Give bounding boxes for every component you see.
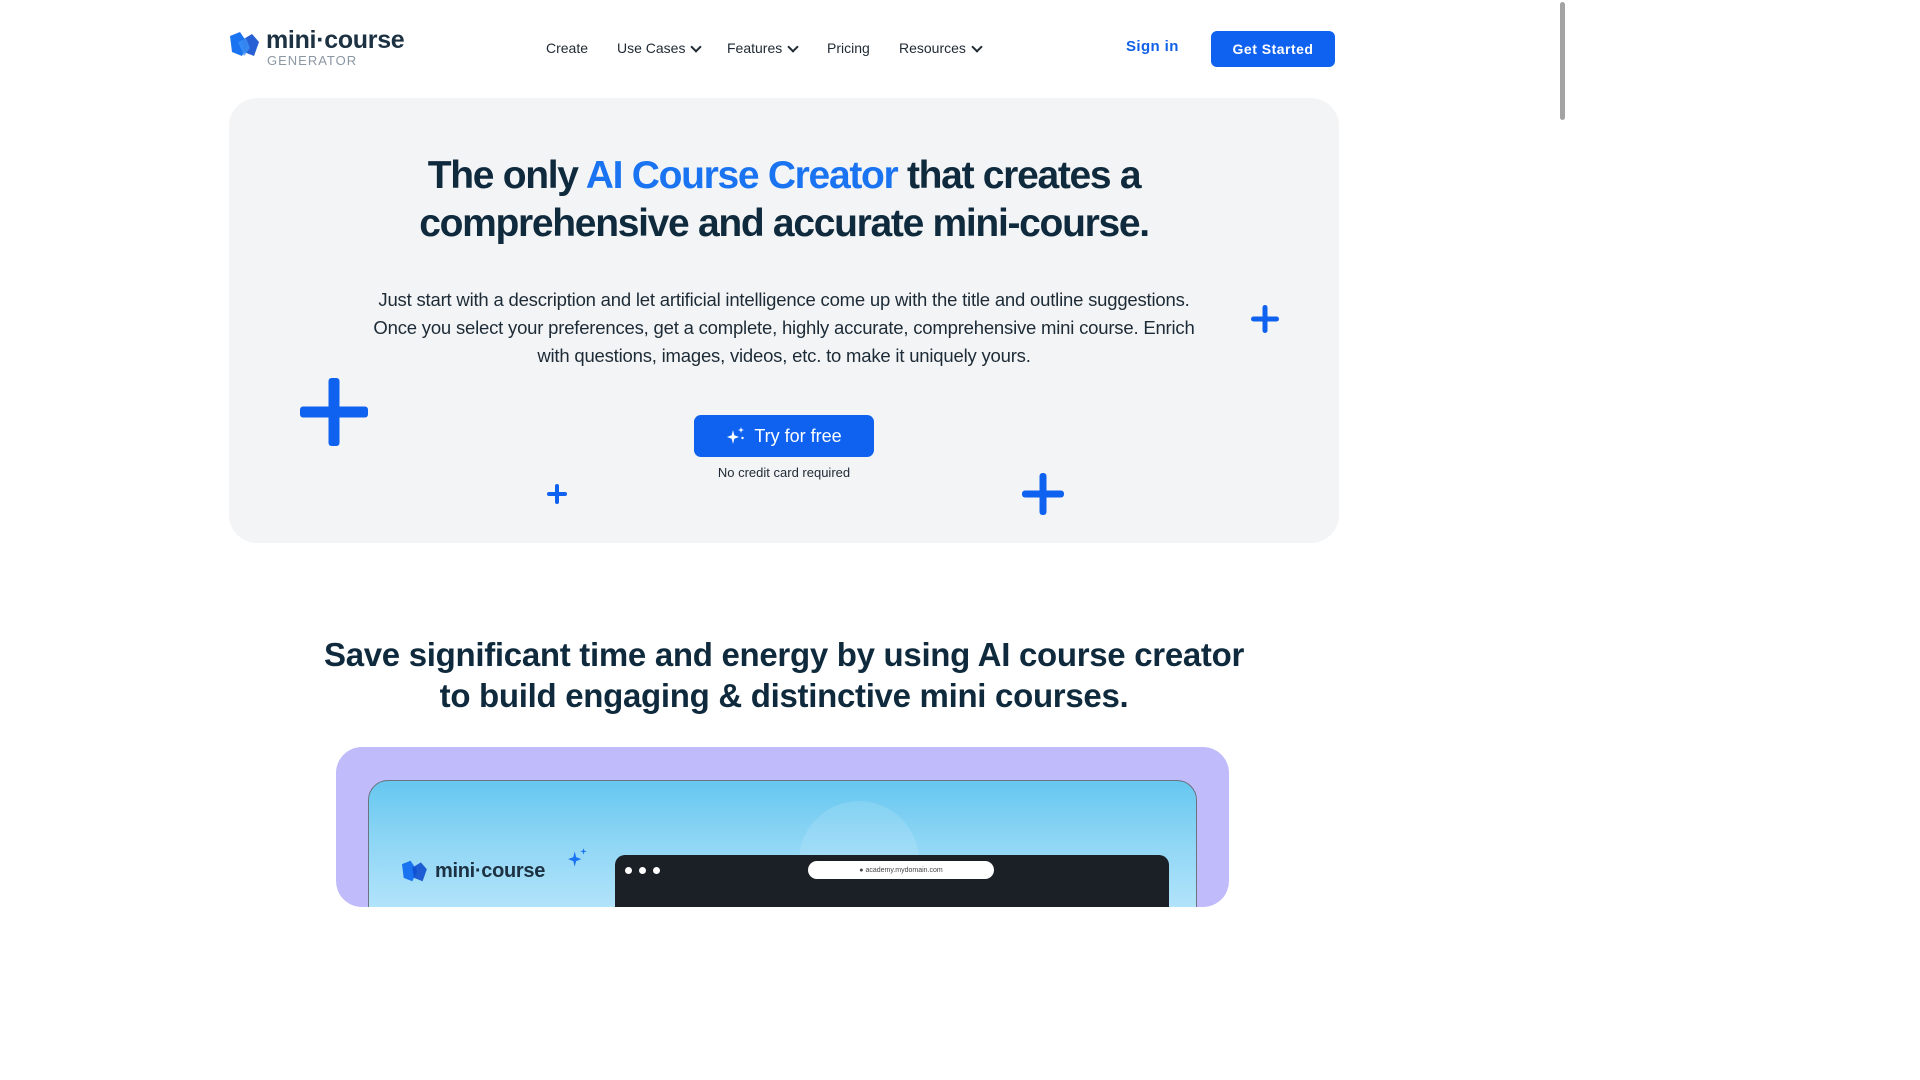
sparkle-icon — [727, 427, 745, 444]
sparkle-icon — [568, 848, 587, 867]
logo-subtitle: GENERATOR — [267, 53, 358, 68]
demo-logo: mini·course — [399, 848, 587, 883]
demo-logo-name: mini·course — [435, 859, 546, 882]
hero-title-part1: The only — [427, 154, 586, 197]
try-for-free-button[interactable]: Try for free — [694, 415, 874, 457]
logo-mark-icon — [402, 860, 427, 882]
hero-title-accent: AI Course Creator — [585, 154, 899, 197]
features-title-line1: Save significant time and energy by usin… — [323, 636, 1245, 673]
nav-item-label: Features — [727, 40, 783, 56]
chevron-down-icon — [971, 40, 983, 53]
page-scrollbar[interactable] — [1556, 0, 1568, 882]
plus-icon — [1251, 305, 1279, 333]
plus-icon — [547, 484, 567, 504]
nav-item-use-cases[interactable]: Use Cases — [617, 40, 703, 56]
hero-title-part2: that creates a — [897, 154, 1142, 197]
nav-item-pricing[interactable]: Pricing — [827, 40, 870, 56]
plus-icon — [300, 378, 368, 446]
hero-section: The only AI Course Creator that creates … — [229, 98, 1339, 543]
logo-mark-icon — [230, 32, 259, 56]
no-credit-card-note: No credit card required — [717, 465, 851, 480]
site-logo[interactable]: mini·course GENERATOR — [228, 26, 418, 72]
nav-item-label: Use Cases — [617, 40, 686, 56]
nav-item-label: Pricing — [827, 40, 870, 56]
site-header: mini·course GENERATOR Create Use Cases F… — [0, 0, 1568, 98]
nav-item-create[interactable]: Create — [546, 40, 588, 56]
browser-mockup: ● academy.mydomain.com — [615, 855, 1169, 907]
get-started-button[interactable]: Get Started — [1211, 31, 1335, 67]
hero-description: Just start with a description and let ar… — [373, 289, 1195, 366]
demo-preview-frame: mini·course ● academy.mydomain.com — [336, 747, 1229, 907]
try-for-free-label: Try for free — [754, 425, 842, 446]
sign-in-link[interactable]: Sign in — [1126, 38, 1179, 55]
nav-item-label: Resources — [899, 40, 966, 56]
nav-item-label: Create — [546, 40, 589, 56]
chevron-down-icon — [690, 40, 703, 53]
demo-preview-screen: mini·course ● academy.mydomain.com — [368, 780, 1197, 907]
hero-title: The only AI Course Creator that creates … — [229, 152, 1339, 248]
hero-title-line2: comprehensive and accurate mini-course. — [419, 202, 1150, 245]
features-section-title: Save significant time and energy by usin… — [0, 634, 1568, 716]
logo-name: mini·course — [266, 26, 405, 54]
nav-item-resources[interactable]: Resources — [899, 40, 983, 56]
chevron-down-icon — [787, 40, 799, 53]
window-dot — [639, 867, 646, 874]
nav-item-features[interactable]: Features — [727, 40, 799, 56]
features-title-line2: to build engaging & distinctive mini cou… — [439, 677, 1129, 714]
plus-icon — [1022, 473, 1064, 515]
url-bar: ● academy.mydomain.com — [808, 861, 994, 879]
scrollbar-thumb[interactable] — [1560, 2, 1565, 120]
window-dot — [653, 867, 660, 874]
window-dot — [625, 867, 632, 874]
